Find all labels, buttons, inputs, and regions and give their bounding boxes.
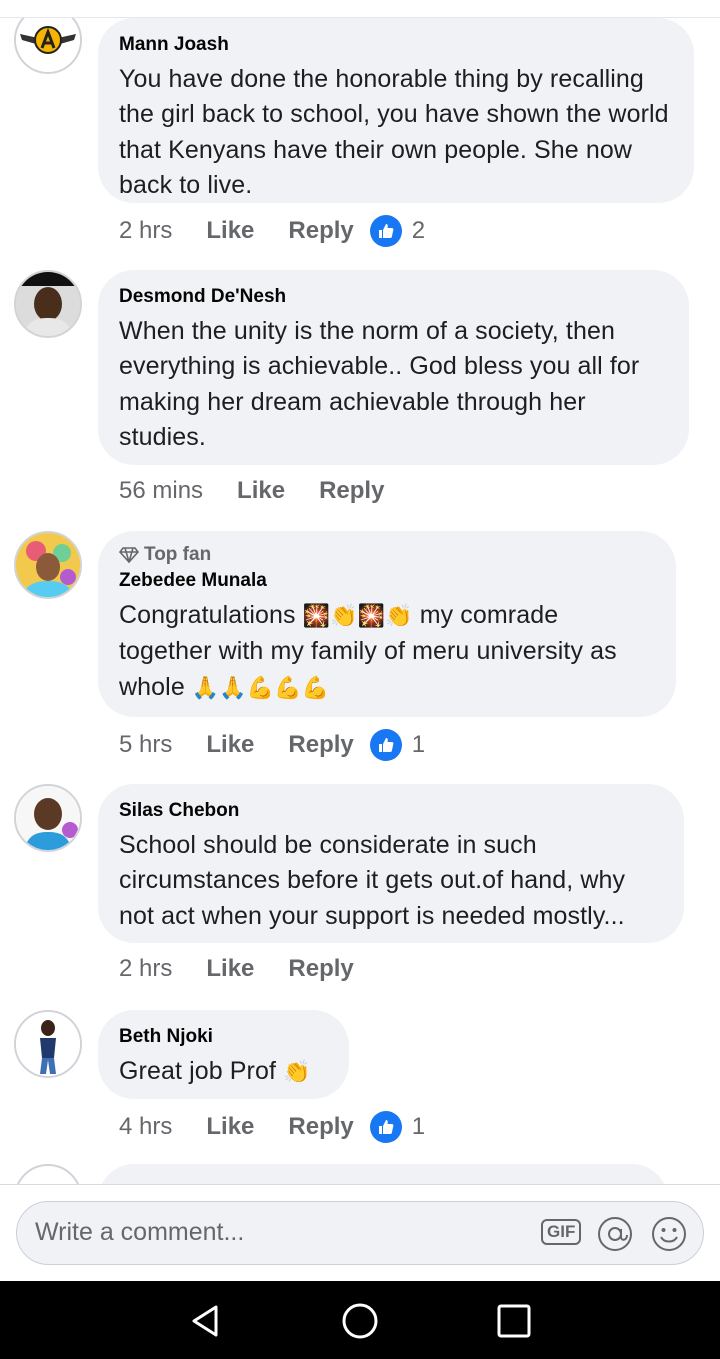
gif-button[interactable]: GIF (541, 1219, 582, 1245)
comment-bubble[interactable]: Mann Joash You have done the honorable t… (98, 18, 694, 203)
at-icon[interactable] (597, 1216, 633, 1257)
comment-author[interactable]: Silas Chebon (119, 800, 662, 822)
reaction-count[interactable]: 2 (369, 215, 426, 247)
back-icon[interactable] (186, 1301, 226, 1341)
emoji-sequence: 👏 (283, 1060, 311, 1085)
avatar[interactable] (14, 784, 82, 852)
like-count: 1 (411, 731, 426, 758)
emoji-sequence: 🎇👏🎇👏 (302, 604, 413, 629)
reply-button[interactable]: Reply (319, 477, 384, 505)
top-strip (0, 0, 720, 18)
comment-author[interactable]: Beth Njoki (119, 1026, 327, 1048)
diamond-icon (119, 547, 139, 563)
like-count: 2 (411, 217, 426, 244)
reply-button[interactable]: Reply (288, 955, 353, 983)
comment-text-part: Congratulations (119, 601, 296, 629)
top-fan-badge: Top fan (119, 544, 654, 566)
comment-author[interactable]: Mann Joash (119, 34, 672, 56)
smiley-icon[interactable] (651, 1216, 687, 1257)
comment-placeholder: Write a comment... (35, 1218, 245, 1246)
reaction-count[interactable]: 1 (369, 729, 426, 761)
avatar[interactable] (14, 1164, 82, 1184)
like-button[interactable]: Like (206, 1113, 254, 1141)
comment-composer-bar: Write a comment... GIF (0, 1184, 720, 1281)
comment-text: Great job Prof 👏 (119, 1054, 327, 1090)
reply-button[interactable]: Reply (288, 1113, 353, 1141)
comments-feed[interactable]: Mann Joash You have done the honorable t… (0, 18, 720, 1184)
thumbs-up-icon (369, 215, 402, 247)
thumbs-up-icon (369, 729, 402, 761)
comment-time[interactable]: 56 mins (119, 477, 203, 505)
avatar[interactable] (14, 270, 82, 338)
comment-time[interactable]: 2 hrs (119, 955, 172, 983)
badge-label: Top fan (144, 544, 212, 565)
comment-time[interactable]: 5 hrs (119, 731, 172, 759)
comment-actions: 5 hrs Like Reply 1 (119, 729, 425, 761)
comment-bubble[interactable]: Silas Chebon School should be considerat… (98, 784, 684, 943)
comment-actions: 2 hrs Like Reply 2 (119, 215, 425, 247)
comment-actions: 2 hrs Like Reply (119, 955, 354, 983)
comment-text: You have done the honorable thing by rec… (119, 65, 669, 199)
comment-input[interactable]: Write a comment... GIF (16, 1201, 704, 1265)
comment-text: School should be considerate in such cir… (119, 831, 626, 930)
like-button[interactable]: Like (237, 477, 285, 505)
comment-text-part: Great job Prof (119, 1057, 277, 1085)
comment-time[interactable]: 2 hrs (119, 217, 172, 245)
like-button[interactable]: Like (206, 731, 254, 759)
like-count: 1 (411, 1113, 426, 1140)
avatar[interactable] (14, 531, 82, 599)
avatar[interactable] (14, 1010, 82, 1078)
avatar[interactable] (14, 18, 82, 74)
comment-author[interactable]: Zebedee Munala (119, 570, 654, 592)
thumbs-up-icon (369, 1111, 402, 1143)
comment-bubble[interactable]: Top fan Zebedee Munala Congratulations 🎇… (98, 531, 676, 717)
system-navigation-bar (0, 1281, 720, 1359)
comment-bubble[interactable] (98, 1164, 668, 1184)
comment-bubble[interactable]: Beth Njoki Great job Prof 👏 (98, 1010, 349, 1099)
comment-author[interactable]: Desmond De'Nesh (119, 286, 667, 308)
reply-button[interactable]: Reply (288, 217, 353, 245)
like-button[interactable]: Like (206, 955, 254, 983)
comment-text: When the unity is the norm of a society,… (119, 317, 640, 451)
like-button[interactable]: Like (206, 217, 254, 245)
recents-icon[interactable] (494, 1301, 534, 1341)
home-icon[interactable] (340, 1301, 380, 1341)
comment-actions: 4 hrs Like Reply 1 (119, 1111, 425, 1143)
comment-time[interactable]: 4 hrs (119, 1113, 172, 1141)
emoji-sequence: 🙏🙏💪💪💪 (191, 675, 330, 701)
gif-label: GIF (541, 1219, 582, 1245)
comment-actions: 56 mins Like Reply (119, 477, 384, 505)
comment-bubble[interactable]: Desmond De'Nesh When the unity is the no… (98, 270, 689, 465)
comment-text: Congratulations 🎇👏🎇👏 my comrade together… (119, 598, 654, 706)
reaction-count[interactable]: 1 (369, 1111, 426, 1143)
reply-button[interactable]: Reply (288, 731, 353, 759)
